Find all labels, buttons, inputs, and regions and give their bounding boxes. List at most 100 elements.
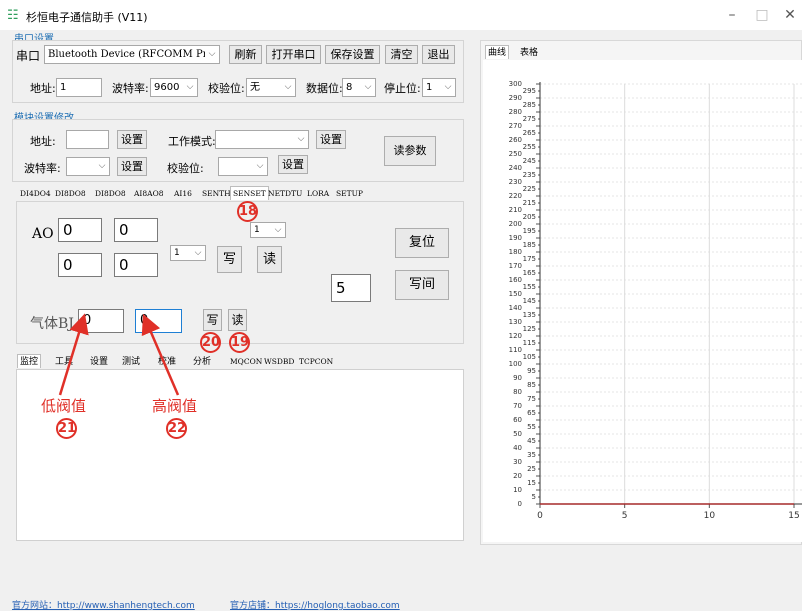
ao-input-2[interactable]: 0 [114,218,158,242]
tab-di8dset[interactable]: DI8DO8 [55,187,86,201]
tab-senset[interactable]: SENSET [230,186,269,200]
tab-settings[interactable]: 设置 [90,355,108,369]
tab-di4do4[interactable]: DI4DO4 [20,187,51,201]
shop-link[interactable]: 官方店铺：https://hoglong.taobao.com [230,598,400,611]
high-threshold-input[interactable]: 0 [135,309,182,333]
tab-setup[interactable]: SETUP [336,187,363,201]
write-interval-button[interactable]: 写间 [395,270,449,300]
maximize-button[interactable]: □ [752,6,772,24]
minimize-button[interactable]: – [722,6,742,24]
tab-lora[interactable]: LORA [307,187,329,201]
stopbits-label: 停止位: [384,82,421,95]
y-minor-tick-label: 105 [523,353,536,361]
y-tick-label: 180 [509,248,522,256]
stopbits-select[interactable]: 1 ⌵ [422,78,456,97]
refresh-button[interactable]: 刷新 [229,45,262,64]
chart-area: 300 290 280 270 260 250 240 230 220 210 200 190 180 1… [483,60,802,542]
address-input[interactable]: 1 [56,78,102,97]
y-minor-tick-label: 255 [523,143,536,151]
y-tick-label: 170 [509,262,522,270]
y-minor-tick-label: 95 [527,367,536,375]
tab-analyze[interactable]: 分析 [193,355,211,369]
module-baud-set-button[interactable]: 设置 [117,157,147,176]
interval-input[interactable]: 5 [331,274,371,302]
tab-tcpcon[interactable]: TCPCON [299,355,333,369]
parity-select[interactable]: 无 ⌵ [246,78,296,97]
y-minor-tick-label: 25 [527,465,536,473]
tab-calibrate[interactable]: 校准 [158,355,176,369]
tab-ai8ao8[interactable]: AI8AO8 [134,187,164,201]
y-tick-label: 110 [509,346,522,354]
save-settings-button[interactable]: 保存设置 [325,45,380,64]
tab-table[interactable]: 表格 [520,46,538,60]
tab-mqcon[interactable]: MQCON [230,355,262,369]
y-minor-tick-label: 15 [527,479,536,487]
baud-select[interactable]: 9600 ⌵ [150,78,198,97]
ao-input-4[interactable]: 0 [114,253,158,277]
y-tick-label: 100 [509,360,522,368]
y-minor-tick-label: 135 [523,311,536,319]
ao-input-3[interactable]: 0 [58,253,102,277]
low-threshold-input[interactable]: 0 [78,309,124,333]
y-tick-label: 240 [509,164,522,172]
y-tick-label: 130 [509,318,522,326]
tab-wsdbd[interactable]: WSDBD [264,355,294,369]
reset-button[interactable]: 复位 [395,228,449,258]
tab-curve[interactable]: 曲线 [485,45,510,59]
y-tick-label: 70 [513,402,522,410]
y-tick-label: 150 [509,290,522,298]
read-params-button[interactable]: 读参数 [384,136,436,166]
annotation-18: 18 [237,201,258,222]
tab-ai16[interactable]: AI16 [174,187,192,201]
module-baud-label: 波特率: [24,162,61,175]
y-tick-label: 290 [509,94,522,102]
y-tick-label: 210 [509,206,522,214]
databits-label: 数据位: [306,82,343,95]
clear-button[interactable]: 清空 [385,45,418,64]
ao-channel-select[interactable]: 1 ⌵ [170,245,206,261]
databits-select[interactable]: 8 ⌵ [342,78,376,97]
y-tick-label: 20 [513,472,522,480]
tab-monitor[interactable]: 监控 [17,354,42,368]
databits-value: 8 [346,82,353,93]
chevron-down-icon: ⌵ [361,79,375,96]
ao-channel-value: 1 [174,248,180,258]
work-mode-select[interactable]: ⌵ [215,130,309,149]
y-minor-tick-label: 275 [523,115,536,123]
channel-select[interactable]: 1 ⌵ [250,222,286,238]
tab-test[interactable]: 测试 [122,355,140,369]
tab-netdtu[interactable]: NETDTU [268,187,302,201]
ao-write-button[interactable]: 写 [217,246,242,273]
ao-input-1[interactable]: 0 [58,218,102,242]
tab-senth[interactable]: SENTH [202,187,231,201]
port-value: Bluetooth Device (RFCOMM Protoc [48,49,220,60]
module-parity-select[interactable]: ⌵ [218,157,268,176]
y-minor-tick-label: 65 [527,409,536,417]
open-port-button[interactable]: 打开串口 [266,45,321,64]
module-address-input[interactable] [66,130,109,149]
y-minor-tick-label: 285 [523,101,536,109]
ao-read-button[interactable]: 读 [257,246,282,273]
tab-di8do8[interactable]: DI8DO8 [95,187,126,201]
annotation-22: 22 [166,418,187,439]
y-tick-label: 250 [509,150,522,158]
close-button[interactable]: ✕ [780,6,800,24]
low-threshold-annotation: 低阀值 [41,397,87,415]
gas-write-button[interactable]: 写 [203,309,222,331]
y-minor-tick-label: 215 [523,199,536,207]
y-tick-label: 60 [513,416,522,424]
x-tick-label: 0 [537,511,543,521]
website-link[interactable]: 官方网站：http://www.shanhengtech.com [12,598,195,611]
y-tick-label: 190 [509,234,522,242]
port-select[interactable]: Bluetooth Device (RFCOMM Protoc ⌵ [44,45,220,64]
work-mode-set-button[interactable]: 设置 [316,130,346,149]
tab-tools[interactable]: 工具 [55,355,73,369]
chevron-down-icon: ⌵ [183,79,197,96]
y-minor-tick-label: 55 [527,423,536,431]
work-mode-label: 工作模式: [168,135,216,148]
exit-button[interactable]: 退出 [422,45,455,64]
module-address-set-button[interactable]: 设置 [117,130,147,149]
gas-read-button[interactable]: 读 [228,309,247,331]
module-baud-select[interactable]: ⌵ [66,157,110,176]
module-parity-set-button[interactable]: 设置 [278,155,308,174]
